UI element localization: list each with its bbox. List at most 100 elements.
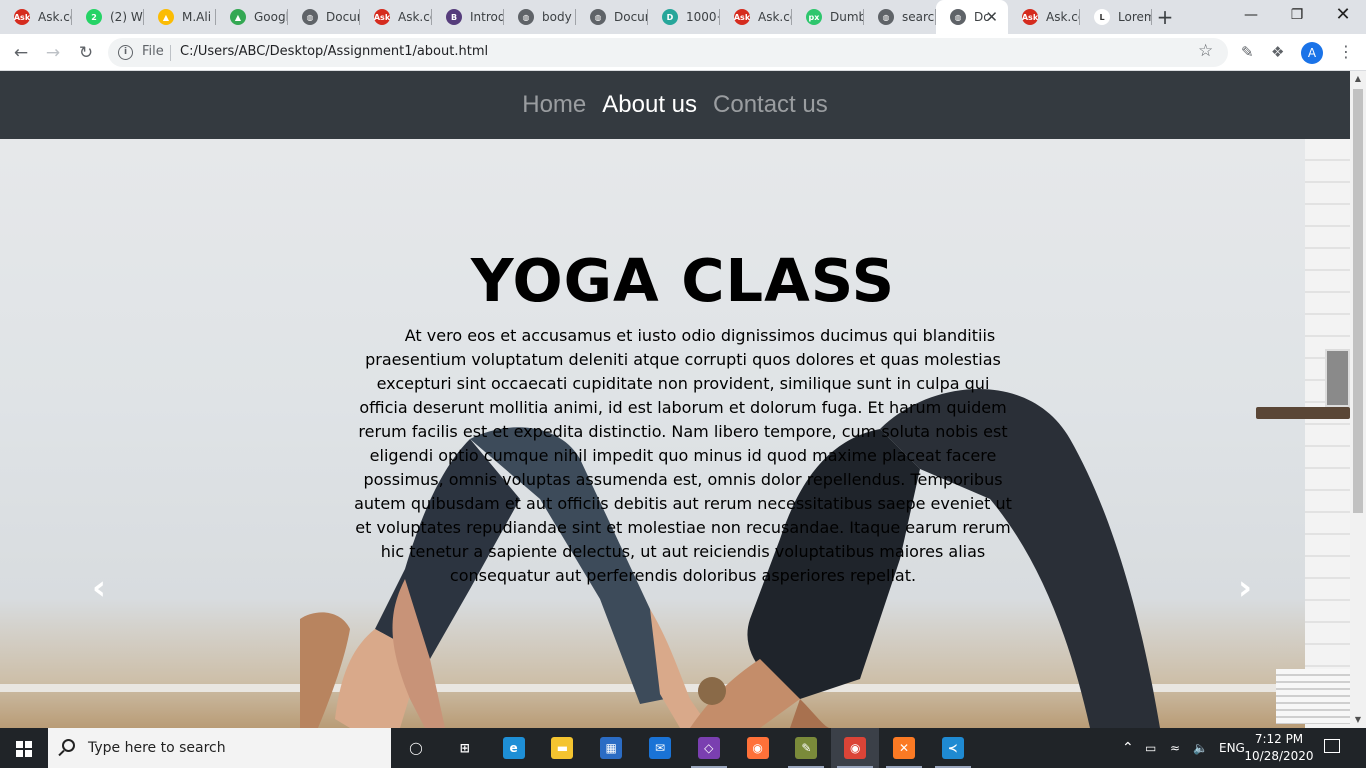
- scroll-up-arrow-icon[interactable]: ▲: [1350, 71, 1366, 87]
- taskbar-search-box[interactable]: Type here to search: [48, 728, 391, 768]
- taskbar-app-button[interactable]: e: [490, 728, 538, 768]
- edge-icon: e: [502, 737, 525, 759]
- nav-link-home[interactable]: Home: [522, 91, 586, 119]
- close-window-button[interactable]: ✕: [1320, 0, 1366, 34]
- new-tab-button[interactable]: +: [1153, 5, 1177, 29]
- carousel-next-icon[interactable]: ›: [1238, 571, 1252, 605]
- search-icon: [62, 739, 75, 752]
- start-button[interactable]: [0, 728, 48, 768]
- clock-time: 7:12 PM: [1254, 732, 1304, 746]
- browser-tab[interactable]: ◍ search: [864, 0, 936, 34]
- browser-tab[interactable]: Ask Ask.com: [0, 0, 72, 34]
- page-viewport: Home About us Contact us YOGA CLASS At v…: [0, 71, 1350, 728]
- lorem-icon: L: [1094, 9, 1110, 25]
- tab-title: 1000+: [686, 10, 720, 24]
- browser-tab[interactable]: ▲ M.Ali: [144, 0, 216, 34]
- tab-title: Ask.com: [398, 10, 432, 24]
- windows-logo-pane: [25, 741, 32, 748]
- browser-menu-icon[interactable]: ⋮: [1336, 41, 1356, 63]
- browser-tab[interactable]: px Dumb: [792, 0, 864, 34]
- address-bar[interactable]: i File C:/Users/ABC/Desktop/Assignment1/…: [108, 38, 1228, 67]
- taskbar-search-placeholder: Type here to search: [88, 740, 226, 756]
- info-icon[interactable]: i: [118, 45, 133, 60]
- nav-link-contact[interactable]: Contact us: [713, 91, 828, 119]
- forward-button[interactable]: →: [40, 40, 66, 66]
- minimize-button[interactable]: —: [1228, 0, 1274, 34]
- paint-icon: ✎: [795, 737, 818, 759]
- globe-icon: ◍: [518, 9, 534, 25]
- bookmark-star-icon[interactable]: ☆: [1198, 41, 1213, 61]
- taskbar-app-button[interactable]: ▬: [538, 728, 586, 768]
- extension-eyedropper-icon[interactable]: ✎: [1241, 43, 1254, 61]
- tab-title: Dumb: [830, 10, 864, 24]
- vscode-icon: ≺: [941, 737, 964, 759]
- taskbar-app-button[interactable]: ⊞: [441, 728, 489, 768]
- scrollbar-thumb[interactable]: [1353, 89, 1363, 513]
- taskbar-app-button[interactable]: ✕: [880, 728, 928, 768]
- restore-button[interactable]: ❐: [1274, 0, 1320, 34]
- windows-logo-pane: [16, 750, 23, 757]
- xampp-icon: ✕: [893, 737, 915, 759]
- browser-tab[interactable]: ▲ Google Drive: [216, 0, 288, 34]
- browser-tab[interactable]: Ask Ask.com: [720, 0, 792, 34]
- globe-icon: ◍: [878, 9, 894, 25]
- back-button[interactable]: ←: [8, 40, 34, 66]
- system-clock[interactable]: 7:12 PM 10/28/2020: [1243, 731, 1315, 765]
- browser-tab[interactable]: B Introduction: [432, 0, 504, 34]
- hero-title: YOGA CLASS: [470, 246, 896, 315]
- browser-tab[interactable]: 2 (2) WhatsApp: [72, 0, 144, 34]
- browser-toolbar: ← → ↻ i File C:/Users/ABC/Desktop/Assign…: [0, 34, 1366, 71]
- taskbar-app-button[interactable]: ≺: [929, 728, 977, 768]
- tab-title: Document: [326, 10, 360, 24]
- pixabay-icon: px: [806, 9, 822, 25]
- taskbar-app-button[interactable]: ◉: [734, 728, 782, 768]
- page-scrollbar[interactable]: ▲ ▼: [1350, 71, 1366, 728]
- hero-carousel: YOGA CLASS At vero eos et accusamus et i…: [0, 139, 1350, 728]
- taskbar-app-button[interactable]: ◯: [392, 728, 440, 768]
- browser-tab[interactable]: ◍ body: [504, 0, 576, 34]
- notification-center-icon[interactable]: [1324, 739, 1340, 753]
- globe-icon: ◍: [302, 9, 318, 25]
- google-drive-icon: ▲: [158, 9, 174, 25]
- globe-icon: ◍: [950, 9, 966, 25]
- battery-icon[interactable]: ▭: [1145, 728, 1156, 768]
- globe-icon: ◍: [590, 9, 606, 25]
- scroll-down-arrow-icon[interactable]: ▼: [1350, 712, 1366, 728]
- windows-taskbar: Type here to search ⌃ ▭ ≈ 🔈 ENG 7:12 PM …: [0, 728, 1366, 768]
- firefox-icon: ◉: [746, 737, 769, 759]
- taskbar-app-button[interactable]: ◇: [685, 728, 733, 768]
- browser-tab[interactable]: D 1000+: [648, 0, 720, 34]
- volume-icon[interactable]: 🔈: [1193, 728, 1208, 768]
- tab-title: search: [902, 10, 936, 24]
- browser-tab[interactable]: L Lorem: [1080, 0, 1152, 34]
- profile-avatar[interactable]: A: [1301, 42, 1323, 64]
- url-text[interactable]: C:/Users/ABC/Desktop/Assignment1/about.h…: [180, 44, 488, 59]
- browser-tab[interactable]: Ask Ask.com: [1008, 0, 1080, 34]
- browser-tab[interactable]: ◍ Document: [288, 0, 360, 34]
- language-indicator[interactable]: ENG: [1219, 728, 1245, 768]
- google-drive-icon: ▲: [230, 9, 246, 25]
- nav-link-about[interactable]: About us: [602, 91, 697, 119]
- wifi-icon[interactable]: ≈: [1170, 728, 1180, 768]
- windows-logo-pane: [25, 750, 32, 757]
- tab-title: Ask.com: [1046, 10, 1080, 24]
- extensions-puzzle-icon[interactable]: ❖: [1271, 43, 1284, 61]
- reload-button[interactable]: ↻: [73, 40, 99, 66]
- hero-paragraph: At vero eos et accusamus et iusto odio d…: [354, 326, 1012, 585]
- taskbar-app-button[interactable]: ▦: [587, 728, 635, 768]
- close-tab-icon[interactable]: ✕: [985, 9, 998, 25]
- browser-tab[interactable]: ◍Document✕: [936, 0, 1008, 34]
- visual-studio-icon: ◇: [697, 737, 720, 759]
- browser-tab[interactable]: ◍ Document: [576, 0, 648, 34]
- task-view-icon: ◯: [405, 737, 427, 759]
- carousel-prev-icon[interactable]: ‹: [92, 571, 106, 605]
- file-explorer-icon: ▬: [551, 737, 574, 759]
- taskbar-app-button[interactable]: ✎: [782, 728, 830, 768]
- ask-icon: Ask: [734, 9, 750, 25]
- taskbar-app-button[interactable]: ✉: [636, 728, 684, 768]
- tab-title: Ask.com: [758, 10, 792, 24]
- taskbar-app-button[interactable]: ◉: [831, 728, 880, 768]
- browser-tab[interactable]: Ask Ask.com: [360, 0, 432, 34]
- tray-chevron-up-icon[interactable]: ⌃: [1122, 728, 1134, 768]
- tab-title: Lorem: [1118, 10, 1152, 24]
